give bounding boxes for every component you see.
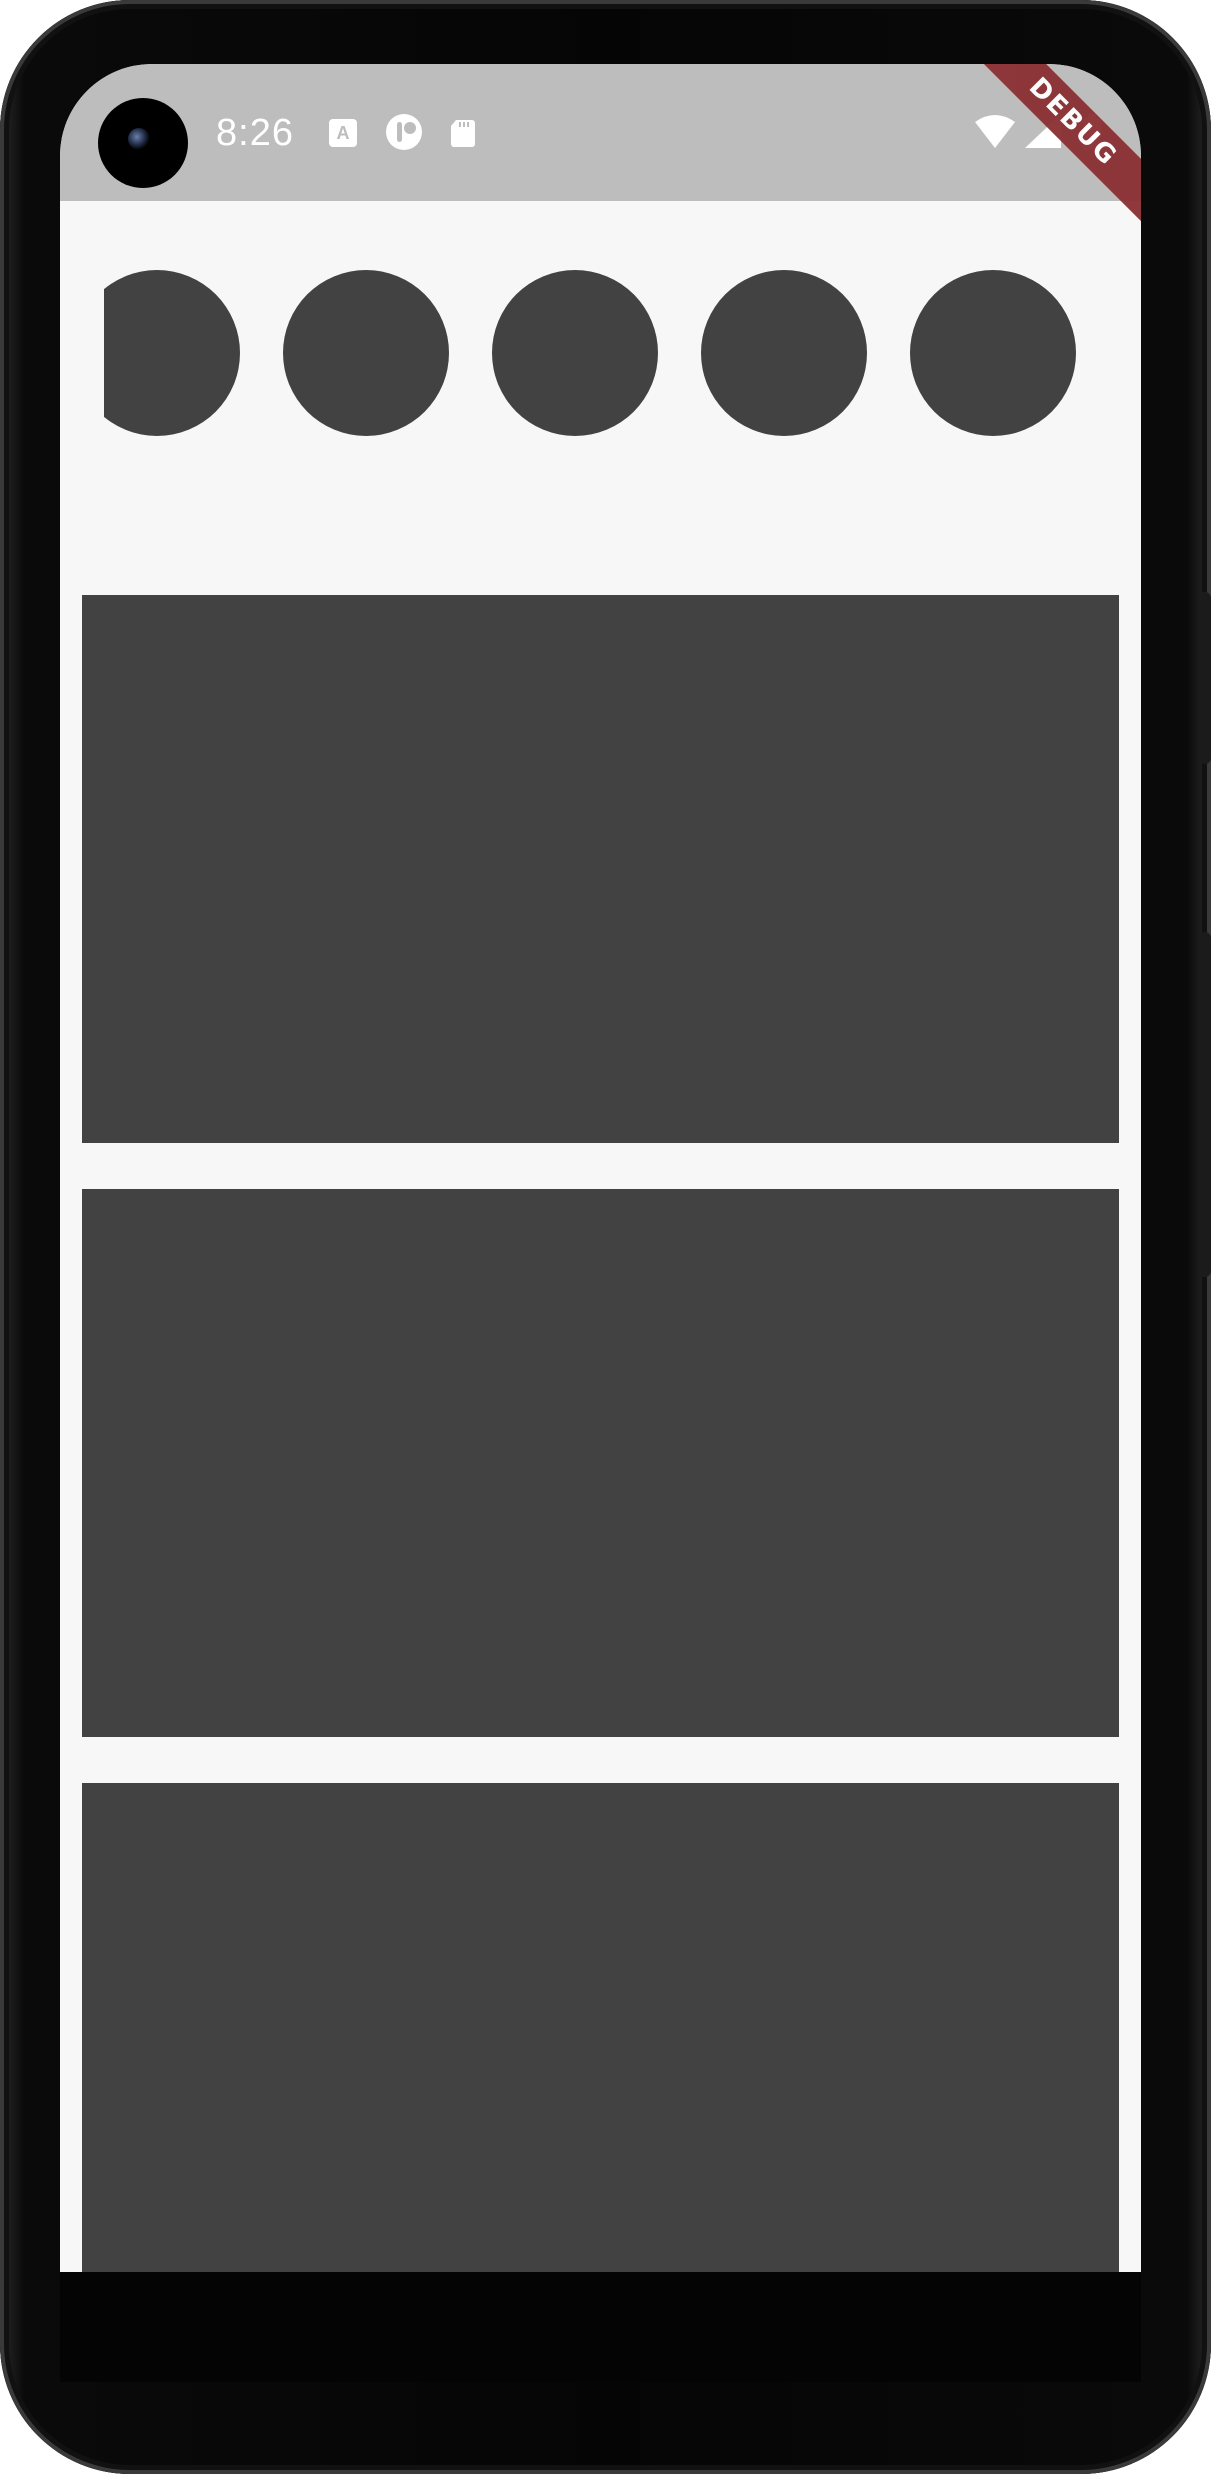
content-card-placeholder[interactable] — [82, 1783, 1119, 2272]
bottom-bezel — [60, 2272, 1141, 2382]
story-circle-placeholder[interactable] — [492, 270, 658, 436]
device-screen: 8:26 A DEBUG — [60, 64, 1141, 2272]
circle-app-icon — [386, 114, 422, 150]
story-circle-placeholder[interactable] — [701, 270, 867, 436]
svg-text:A: A — [337, 123, 350, 143]
sd-card-icon — [451, 120, 475, 147]
story-circle-placeholder[interactable] — [910, 270, 1076, 436]
story-circle-row[interactable] — [104, 270, 1141, 436]
text-a-icon: A — [329, 119, 357, 147]
main-content — [60, 201, 1141, 2272]
status-time: 8:26 — [216, 112, 294, 154]
front-camera — [98, 98, 188, 188]
status-bar: 8:26 A DEBUG — [60, 64, 1141, 230]
content-card-placeholder[interactable] — [82, 595, 1119, 1143]
content-card-placeholder[interactable] — [82, 1189, 1119, 1737]
volume-button — [1201, 592, 1211, 764]
phone-frame: 8:26 A DEBUG — [0, 0, 1211, 2474]
wifi-icon — [975, 115, 1015, 148]
power-button — [1201, 932, 1211, 1277]
story-circle-placeholder[interactable] — [104, 270, 240, 436]
camera-lens-icon — [128, 128, 150, 150]
story-circle-placeholder[interactable] — [283, 270, 449, 436]
